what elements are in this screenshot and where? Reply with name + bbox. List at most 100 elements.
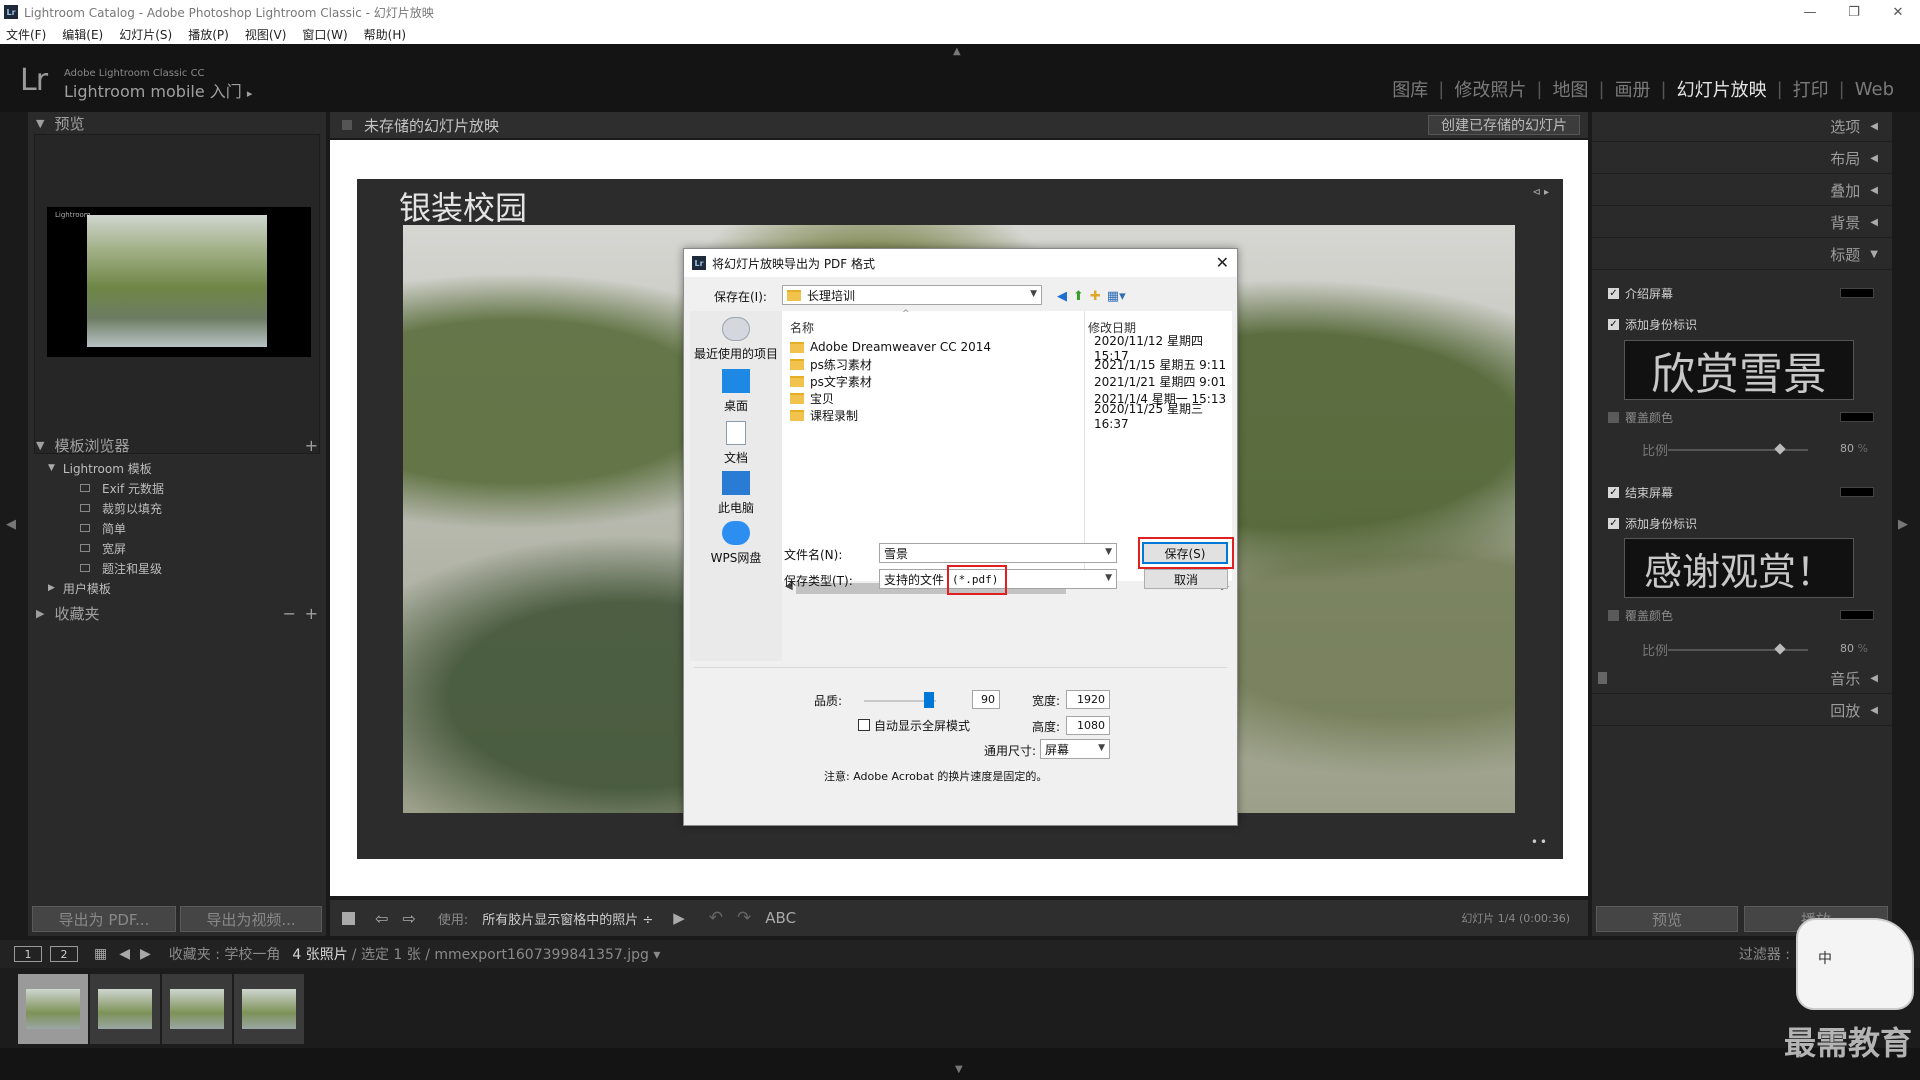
export-pdf-button[interactable]: 导出为 PDF... [32, 906, 176, 932]
collapse-bottom-icon[interactable]: ▼ [955, 1064, 963, 1075]
place-wps-drive[interactable]: WPS网盘 [690, 521, 782, 566]
collections-header[interactable]: ▶ 收藏夹 − + [28, 602, 326, 624]
intro-identity-checkbox[interactable]: ✓ [1608, 318, 1619, 330]
use-select[interactable]: 所有胶片显示窗格中的照片 ÷ [482, 909, 653, 928]
view-menu-icon[interactable]: ▦▾ [1107, 289, 1126, 304]
end-override-row[interactable]: 覆盖颜色 [1592, 602, 1892, 628]
filmstrip-thumbnail[interactable] [90, 974, 160, 1044]
window-1-button[interactable]: 1 [14, 946, 42, 962]
grid-icon[interactable]: ▦ [94, 946, 107, 962]
module-map[interactable]: 地图 [1546, 76, 1594, 102]
place-documents[interactable]: 文档 [690, 421, 782, 466]
next-slide-icon[interactable]: ⇨ [402, 909, 415, 928]
section-backdrop[interactable]: 背景 ◀ [1592, 208, 1892, 238]
previous-slide-icon[interactable]: ⇦ [375, 909, 388, 928]
common-size-select[interactable]: 屏幕 ▼ [1040, 739, 1110, 759]
up-folder-icon[interactable]: ⬆ [1073, 289, 1084, 304]
end-override-checkbox[interactable] [1608, 609, 1619, 621]
intro-override-checkbox[interactable] [1608, 411, 1619, 423]
filename-input[interactable]: 雪景 ▼ [879, 543, 1117, 563]
section-overlays[interactable]: 叠加 ◀ [1592, 176, 1892, 206]
end-screen-row[interactable]: ✓ 结束屏幕 [1592, 479, 1892, 505]
save-in-select[interactable]: 长理培训 ▼ [782, 285, 1042, 305]
end-screen-checkbox[interactable]: ✓ [1608, 486, 1619, 498]
collapse-top-icon[interactable]: ▲ [953, 46, 961, 57]
export-video-button[interactable]: 导出为视频... [180, 906, 322, 932]
slider-knob[interactable] [1774, 643, 1786, 655]
window-2-button[interactable]: 2 [50, 946, 78, 962]
menu-play[interactable]: 播放(P) [188, 26, 229, 43]
end-identity-row[interactable]: ✓ 添加身份标识 [1592, 510, 1892, 536]
section-titles[interactable]: 标题 ▼ [1592, 240, 1892, 270]
section-options[interactable]: 选项 ◀ [1592, 112, 1892, 142]
module-library[interactable]: 图库 [1386, 76, 1434, 102]
menu-slideshow[interactable]: 幻灯片(S) [119, 26, 172, 43]
template-group-user[interactable]: ▶ 用户模板 [28, 578, 326, 598]
slider-knob[interactable] [1774, 443, 1786, 455]
intro-override-row[interactable]: 覆盖颜色 [1592, 404, 1892, 430]
end-color-swatch[interactable] [1840, 487, 1874, 497]
template-browser-header[interactable]: ▼ 模板浏览器 + [28, 434, 326, 456]
end-override-swatch[interactable] [1840, 610, 1874, 620]
end-identity-plate[interactable]: 感谢观赏！ [1624, 538, 1854, 598]
remove-collection-icon[interactable]: − [283, 604, 296, 623]
filmstrip-thumbnail[interactable] [162, 974, 232, 1044]
stop-icon[interactable] [342, 911, 355, 925]
quality-input[interactable]: 90 [972, 690, 1000, 709]
menu-edit[interactable]: 编辑(E) [62, 26, 103, 43]
template-item[interactable]: 简单 [28, 518, 326, 538]
maximize-button[interactable]: ❐ [1832, 0, 1876, 24]
play-preview-icon[interactable]: ▶ [673, 909, 685, 927]
fullscreen-checkbox[interactable] [858, 719, 870, 731]
create-saved-slideshow-button[interactable]: 创建已存储的幻灯片 [1428, 115, 1580, 135]
template-item[interactable]: 裁剪以填充 [28, 498, 326, 518]
rotate-right-icon[interactable]: ↷ [737, 908, 751, 928]
place-this-pc[interactable]: 此电脑 [690, 471, 782, 516]
rotate-left-icon[interactable]: ↶ [709, 908, 723, 928]
preview-panel-header[interactable]: ▼ 预览 [28, 112, 326, 134]
menu-window[interactable]: 窗口(W) [302, 26, 347, 43]
column-header-name[interactable]: 名称 [790, 319, 814, 336]
section-layout[interactable]: 布局 ◀ [1592, 144, 1892, 174]
add-template-icon[interactable]: + [305, 436, 318, 455]
filmstrip-thumbnail[interactable] [18, 974, 88, 1044]
intro-color-swatch[interactable] [1840, 288, 1874, 298]
left-panel-edge[interactable]: ◀ [0, 112, 28, 936]
quality-slider-thumb[interactable] [923, 692, 934, 708]
collapse-left-icon[interactable]: ◀ [6, 517, 16, 532]
menu-view[interactable]: 视图(V) [245, 26, 287, 43]
slide-title[interactable]: 银装校园 [399, 183, 527, 229]
nav-back-icon[interactable]: ◀ [119, 946, 130, 962]
nav-forward-icon[interactable]: ▶ [140, 946, 151, 962]
end-identity-checkbox[interactable]: ✓ [1608, 517, 1619, 529]
section-playback[interactable]: 回放 ◀ [1592, 696, 1892, 726]
template-item[interactable]: 宽屏 [28, 538, 326, 558]
intro-screen-checkbox[interactable]: ✓ [1608, 287, 1619, 299]
module-print[interactable]: 打印 [1787, 76, 1835, 102]
height-input[interactable]: 1080 [1066, 716, 1110, 735]
right-panel-edge[interactable]: ▶ [1892, 112, 1920, 936]
intro-identity-row[interactable]: ✓ 添加身份标识 [1592, 311, 1892, 337]
intro-screen-row[interactable]: ✓ 介绍屏幕 [1592, 280, 1892, 306]
bottom-panel-edge[interactable]: ▼ [0, 1048, 1920, 1080]
template-group-lightroom[interactable]: ▼ Lightroom 模板 [28, 458, 326, 478]
close-button[interactable]: ✕ [1876, 0, 1920, 24]
back-icon[interactable]: ◀ [1057, 289, 1067, 304]
source-path[interactable]: 收藏夹 : 学校一角 [169, 944, 281, 964]
intro-override-swatch[interactable] [1840, 412, 1874, 422]
identity-title[interactable]: Lightroom mobile 入门 ▸ [64, 78, 252, 102]
place-desktop[interactable]: 桌面 [690, 369, 782, 414]
minimize-button[interactable]: — [1788, 0, 1832, 24]
section-music[interactable]: 音乐 ◀ [1592, 664, 1892, 694]
file-row[interactable]: 课程录制 2020/11/25 星期三 16:37 [790, 402, 1230, 431]
add-text-button[interactable]: ABC [765, 909, 796, 927]
intro-scale-slider[interactable] [1668, 443, 1808, 455]
music-toggle-icon[interactable] [1598, 672, 1607, 684]
add-collection-icon[interactable]: + [305, 604, 318, 623]
module-book[interactable]: 画册 [1609, 76, 1657, 102]
module-develop[interactable]: 修改照片 [1448, 76, 1532, 102]
template-item[interactable]: 题注和星级 [28, 558, 326, 578]
place-recent[interactable]: 最近使用的项目 [690, 317, 782, 362]
collapse-right-icon[interactable]: ▶ [1898, 517, 1908, 532]
cancel-button[interactable]: 取消 [1144, 569, 1228, 589]
